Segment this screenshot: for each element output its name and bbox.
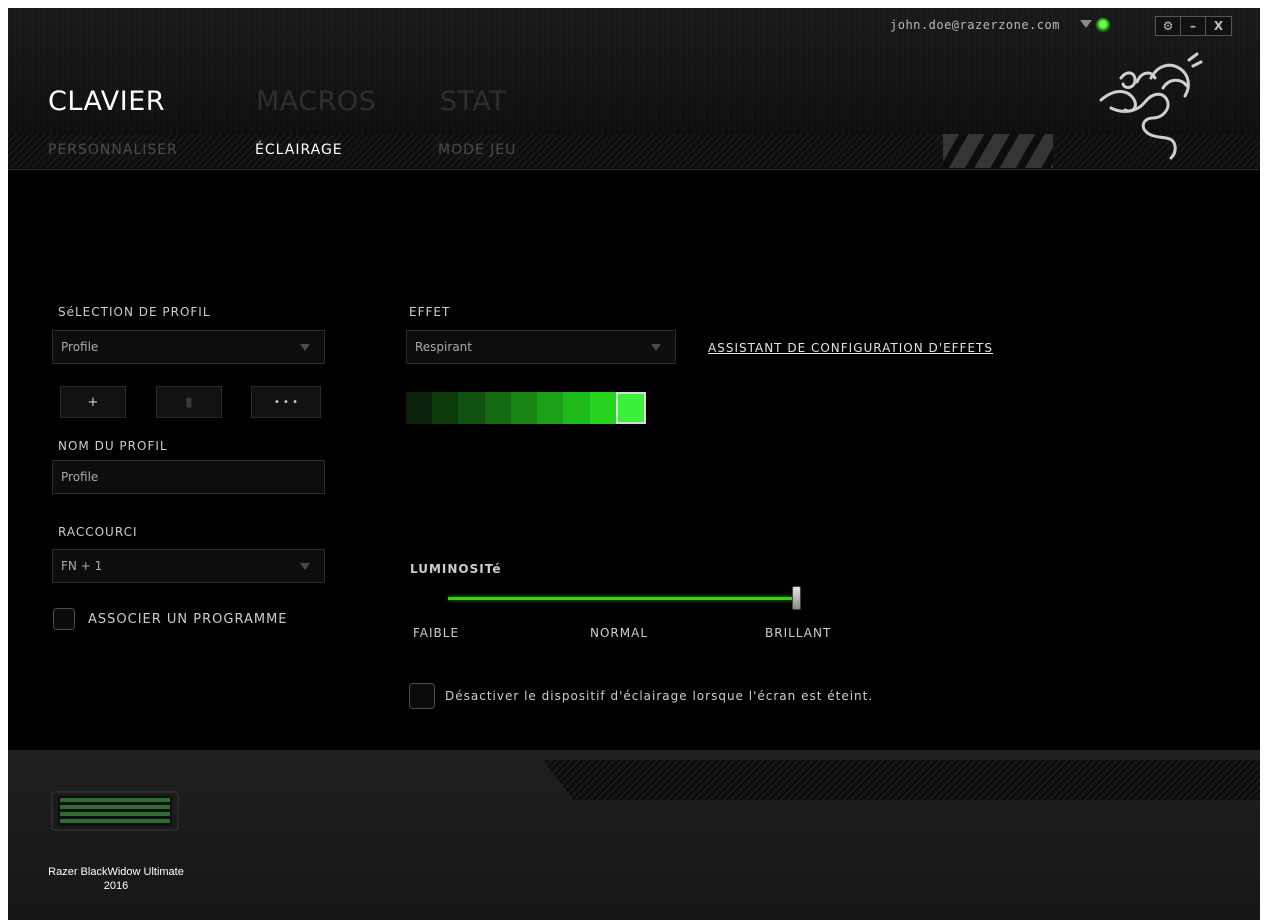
profile-name-value: Profile xyxy=(61,470,99,484)
shortcut-select-value: FN + 1 xyxy=(61,559,103,573)
link-program-checkbox[interactable] xyxy=(53,608,75,630)
palette-swatch-selected[interactable] xyxy=(615,392,646,424)
decorative-stripes xyxy=(943,134,1053,168)
tab-clavier[interactable]: CLAVIER xyxy=(48,86,165,117)
brightness-tick-high: BRILLANT xyxy=(765,626,832,640)
tab-macros[interactable]: MACROS xyxy=(256,86,376,117)
effect-wizard-link[interactable]: ASSISTANT DE CONFIGURATION D'EFFETS xyxy=(708,341,993,355)
brightness-label: LUMINOSITé xyxy=(410,562,502,576)
effect-color-palette[interactable] xyxy=(406,392,646,424)
profile-select-value: Profile xyxy=(61,340,99,354)
tab-stat[interactable]: STAT xyxy=(440,86,506,117)
minimize-button[interactable]: – xyxy=(1181,17,1206,35)
profile-select[interactable]: Profile xyxy=(52,330,325,364)
profile-name-label: NOM DU PROFIL xyxy=(58,439,168,453)
profile-selection-label: SéLECTION DE PROFIL xyxy=(58,305,211,319)
palette-swatch[interactable] xyxy=(484,392,511,424)
razer-logo-icon xyxy=(1099,52,1203,160)
chevron-down-icon xyxy=(300,563,310,570)
device-name-line1: Razer BlackWidow Ultimate xyxy=(48,866,184,878)
more-options-button[interactable]: • • • xyxy=(251,386,321,418)
effect-select[interactable]: Respirant xyxy=(406,330,676,364)
delete-profile-button[interactable]: ▮ xyxy=(156,386,222,418)
brightness-tick-normal: NORMAL xyxy=(590,626,649,640)
palette-swatch[interactable] xyxy=(537,392,564,424)
brightness-slider-thumb[interactable] xyxy=(792,586,801,610)
shortcut-label: RACCOURCI xyxy=(58,525,138,539)
profile-name-input[interactable]: Profile xyxy=(52,460,325,494)
palette-swatch[interactable] xyxy=(589,392,616,424)
palette-swatch[interactable] xyxy=(563,392,590,424)
shortcut-select[interactable]: FN + 1 xyxy=(52,549,325,583)
window-controls: ⚙ – X xyxy=(1155,16,1232,36)
brightness-slider-track[interactable] xyxy=(448,597,798,600)
razer-synapse-window: john.doe@razerzone.com ⚙ – X CLAVIER MAC… xyxy=(8,8,1260,920)
account-dropdown-icon[interactable] xyxy=(1080,20,1092,28)
chevron-down-icon xyxy=(651,344,661,351)
effect-select-value: Respirant xyxy=(415,340,472,354)
device-name-line2: 2016 xyxy=(103,880,129,892)
subtab-eclairage[interactable]: ÉCLAIRAGE xyxy=(255,142,343,158)
settings-button[interactable]: ⚙ xyxy=(1156,17,1181,35)
footer-decorative-band xyxy=(543,760,1260,800)
palette-swatch[interactable] xyxy=(432,392,459,424)
brightness-tick-low: FAIBLE xyxy=(413,626,460,640)
device-name: Razer BlackWidow Ultimate 2016 xyxy=(26,865,206,893)
link-program-label: ASSOCIER UN PROGRAMME xyxy=(88,612,288,627)
close-button[interactable]: X xyxy=(1206,17,1231,35)
palette-swatch[interactable] xyxy=(406,392,433,424)
subtab-personnaliser[interactable]: PERSONNALISER xyxy=(48,142,178,158)
subtab-mode-jeu[interactable]: MODE JEU xyxy=(438,142,516,158)
screen-off-checkbox[interactable] xyxy=(409,683,435,709)
palette-swatch[interactable] xyxy=(510,392,538,424)
chevron-down-icon xyxy=(300,344,310,351)
screen-off-label: Désactiver le dispositif d'éclairage lor… xyxy=(445,689,874,703)
online-status-icon xyxy=(1095,17,1111,33)
subtab-bar xyxy=(8,134,1260,168)
account-email[interactable]: john.doe@razerzone.com xyxy=(890,18,1060,32)
add-profile-button[interactable]: + xyxy=(60,386,126,418)
effect-label: EFFET xyxy=(409,305,451,319)
keyboard-thumbnail-icon[interactable] xyxy=(50,786,180,834)
palette-swatch[interactable] xyxy=(458,392,485,424)
